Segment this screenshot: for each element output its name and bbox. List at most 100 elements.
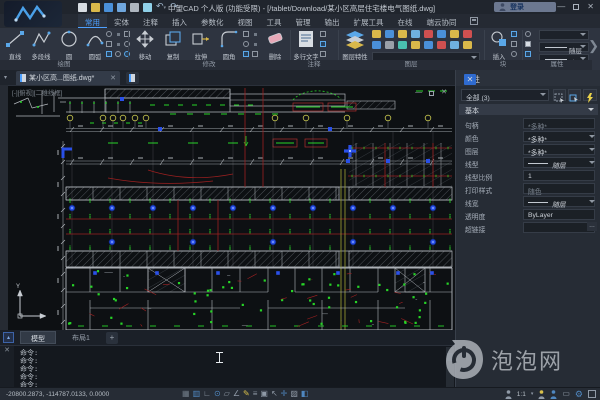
insert-block-button[interactable]: 插入 bbox=[487, 29, 511, 60]
menu-tab-insert[interactable]: 插入 bbox=[165, 14, 194, 28]
open-folder-icon[interactable] bbox=[91, 3, 100, 12]
isolate-icon[interactable]: ◧ bbox=[301, 389, 309, 399]
document-tab[interactable]: 某小区高...图纸.dwg* ✕ bbox=[16, 71, 120, 85]
layout1-tab[interactable]: 布局1 bbox=[62, 331, 100, 344]
modify-extra-icons[interactable] bbox=[243, 31, 260, 60]
minimize-button[interactable]: — bbox=[557, 3, 565, 11]
linetype-dropdown[interactable]: 随层 bbox=[539, 42, 589, 52]
document-tab-bar: ▾ 某小区高...图纸.dwg* ✕ bbox=[0, 70, 455, 85]
mtext-button[interactable]: 多行文字 bbox=[292, 29, 320, 60]
menu-tab-online[interactable]: 在线 bbox=[391, 14, 420, 28]
osnap-icon[interactable]: ⊙ bbox=[214, 389, 221, 399]
menu-tab-cloud[interactable]: 端云协同 bbox=[420, 14, 464, 28]
window-title: 中望CAD 个人版 (功能受限) - [/tablet/Download/某小区… bbox=[168, 3, 435, 14]
toggle-pickadd-button[interactable] bbox=[553, 89, 566, 101]
lineweight-icon[interactable]: ≡ bbox=[253, 389, 258, 399]
new-layout-icon[interactable]: + bbox=[106, 332, 118, 344]
annotation-visibility-icon[interactable] bbox=[505, 390, 512, 399]
tab-overflow-icon[interactable]: ▾ bbox=[4, 74, 7, 81]
undo-icon[interactable]: ↶▾ bbox=[156, 2, 166, 13]
selection-dropdown[interactable]: 全部 (3) bbox=[461, 89, 549, 101]
menu-tab-parametric[interactable]: 参数化 bbox=[194, 14, 231, 28]
menu-tab-tools[interactable]: 工具 bbox=[260, 14, 289, 28]
menu-tab-express[interactable]: 扩展工具 bbox=[347, 14, 391, 28]
transparency-icon[interactable]: ▣ bbox=[260, 389, 268, 399]
ribbon-collapse-icon[interactable]: ❯ bbox=[588, 38, 599, 54]
linetype-scale-value[interactable]: 1 bbox=[523, 170, 595, 181]
ribbon-props-icons[interactable] bbox=[525, 31, 533, 60]
transparency-value[interactable]: ByLayer bbox=[523, 209, 595, 220]
stretch-button[interactable]: 拉伸 bbox=[188, 29, 214, 60]
menu-tab-view[interactable]: 视图 bbox=[231, 14, 260, 28]
circle-button[interactable]: 圆 bbox=[56, 29, 82, 60]
linetype-value[interactable]: 随层 bbox=[523, 157, 595, 168]
layer-panel-label: 图层 bbox=[338, 60, 484, 70]
command-scrollbar[interactable] bbox=[446, 347, 454, 387]
ribbon-props-panel-label: 属性 bbox=[522, 60, 592, 70]
restore-button[interactable] bbox=[573, 4, 579, 10]
polar-icon[interactable]: ▱ bbox=[224, 389, 230, 399]
autoscale-icon[interactable] bbox=[538, 390, 545, 399]
tray-icon[interactable]: ▭ bbox=[562, 389, 570, 399]
menu-tab-manage[interactable]: 管理 bbox=[289, 14, 318, 28]
cycle-icon[interactable]: ↖ bbox=[271, 389, 278, 399]
panel-close-icon[interactable]: ✕ bbox=[464, 74, 476, 85]
block-extra-icons[interactable] bbox=[511, 31, 519, 60]
scale-dropdown-icon[interactable]: ▾ bbox=[531, 391, 534, 397]
hyperlink-browse-button[interactable]: … bbox=[587, 222, 597, 231]
layer-properties-button[interactable]: 图层特性 bbox=[341, 29, 369, 60]
otrack-icon[interactable]: ∠ bbox=[233, 389, 240, 399]
save-as-icon[interactable] bbox=[117, 3, 126, 12]
annotate-extra-icons[interactable] bbox=[320, 31, 328, 60]
quick-select-button[interactable] bbox=[583, 89, 597, 101]
doc-minimize-icon[interactable]: — bbox=[415, 89, 422, 97]
command-close-icon[interactable]: ✕ bbox=[4, 347, 10, 354]
new-drawing-button[interactable] bbox=[126, 72, 139, 84]
lineweight-value[interactable]: 随层 bbox=[523, 196, 595, 207]
coordinate-readout: -20800.2873, -114787.0133, 0.0000 bbox=[6, 391, 109, 398]
dyn-input-icon[interactable]: ✎ bbox=[243, 389, 250, 399]
layout-list-icon[interactable]: ▴ bbox=[3, 332, 14, 343]
erase-button[interactable]: 删除 bbox=[262, 29, 288, 60]
annotation-scale-value[interactable]: 1:1 bbox=[517, 391, 526, 398]
layer-state-icons[interactable] bbox=[372, 30, 475, 51]
menu-tab-solid[interactable]: 实体 bbox=[107, 14, 136, 28]
menu-tab-output[interactable]: 输出 bbox=[318, 14, 347, 28]
drawing-canvas[interactable]: [-][俯视][二维线框] — ✕ Y bbox=[8, 85, 455, 330]
tab-close-icon[interactable]: ✕ bbox=[110, 74, 116, 82]
menu-tab-annotate[interactable]: 注释 bbox=[136, 14, 165, 28]
polyline-button[interactable]: 多段线 bbox=[28, 29, 54, 60]
new-file-icon[interactable] bbox=[78, 3, 87, 12]
viewport-controls[interactable]: [-][俯视][二维线框] bbox=[12, 88, 62, 97]
ribbon-toggle-icon[interactable] bbox=[470, 17, 478, 25]
preview-icon[interactable] bbox=[143, 3, 152, 12]
line-button[interactable]: 直线 bbox=[2, 29, 28, 60]
basic-section-header[interactable]: 基本 bbox=[459, 104, 598, 115]
snap-icon[interactable]: ▥ bbox=[193, 389, 201, 399]
quick-properties-icon[interactable]: ✛ bbox=[281, 389, 288, 399]
doc-restore-icon[interactable] bbox=[429, 91, 434, 96]
model-tab[interactable]: 模型 bbox=[20, 331, 56, 344]
doc-close-icon[interactable]: ✕ bbox=[441, 89, 447, 97]
layer-value[interactable]: *多种* bbox=[523, 144, 595, 155]
ortho-icon[interactable]: ∟ bbox=[203, 389, 211, 399]
save-icon[interactable] bbox=[104, 3, 113, 12]
color-dropdown[interactable] bbox=[539, 30, 589, 40]
plot-icon[interactable] bbox=[130, 3, 139, 12]
settings-gear-icon[interactable]: ⚙ bbox=[575, 389, 583, 399]
hyperlink-value[interactable] bbox=[523, 222, 595, 233]
move-button[interactable]: 移动 bbox=[132, 29, 158, 60]
copy-button[interactable]: 复制 bbox=[160, 29, 186, 60]
select-objects-button[interactable] bbox=[568, 89, 581, 101]
arc-button[interactable]: 圆弧 bbox=[82, 29, 108, 60]
login-button[interactable]: 登录 bbox=[494, 2, 556, 12]
annotation-monitor-icon[interactable] bbox=[550, 390, 557, 399]
grid-icon[interactable]: ▦ bbox=[182, 389, 190, 399]
fullscreen-icon[interactable] bbox=[588, 390, 596, 398]
command-window[interactable]: ✕ 命令: 命令: 命令: 命令: 命令: bbox=[0, 345, 455, 387]
lock-ui-icon[interactable]: ▨ bbox=[290, 389, 298, 399]
close-button[interactable]: ✕ bbox=[587, 3, 594, 11]
fillet-button[interactable]: 圆角 bbox=[216, 29, 242, 60]
color-value[interactable]: *多种* bbox=[523, 131, 595, 142]
menu-tab-home[interactable]: 常用 bbox=[78, 14, 107, 28]
